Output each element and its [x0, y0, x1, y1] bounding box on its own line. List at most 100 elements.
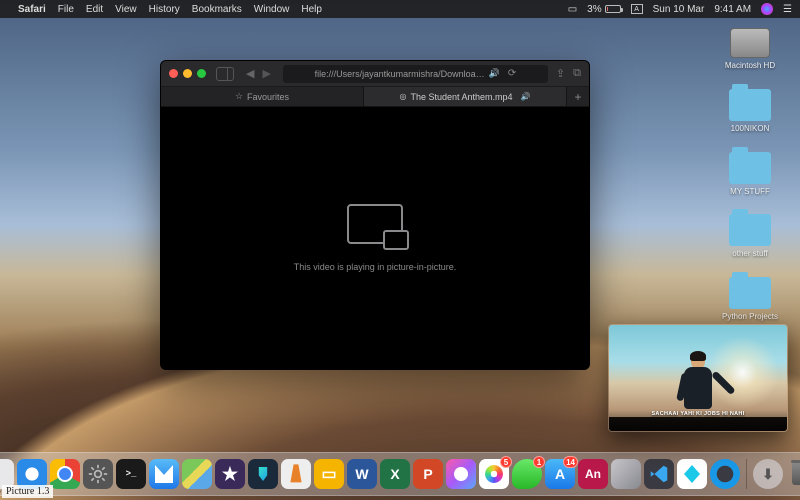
- menu-file[interactable]: File: [58, 4, 74, 15]
- dock-app-photos[interactable]: 5: [479, 459, 509, 489]
- dock-downloads-stack[interactable]: ⬇: [753, 459, 783, 489]
- app-badge: 5: [500, 456, 512, 468]
- dock-app-imovie[interactable]: ★: [215, 459, 245, 489]
- folder-icon: [729, 214, 771, 246]
- desktop-icons: Macintosh HD 100NIKON MY STUFF other stu…: [710, 28, 790, 322]
- app-glyph: X: [390, 466, 399, 482]
- forward-button[interactable]: ▶: [262, 67, 270, 80]
- dock-app-vlc[interactable]: [281, 459, 311, 489]
- dock-app-word[interactable]: W: [347, 459, 377, 489]
- siri-icon[interactable]: [761, 3, 773, 15]
- folder-icon: [729, 89, 771, 121]
- menubar: Safari File Edit View History Bookmarks …: [0, 0, 800, 18]
- trash-icon: [792, 463, 800, 485]
- download-icon: ⬇: [762, 466, 774, 483]
- dock-app-filmora[interactable]: [248, 459, 278, 489]
- menu-window[interactable]: Window: [254, 4, 290, 15]
- video-content-area[interactable]: This video is playing in picture-in-pict…: [161, 107, 589, 369]
- dock-app-powerpoint[interactable]: P: [413, 459, 443, 489]
- pip-video-person: [679, 353, 717, 417]
- pip-message: This video is playing in picture-in-pict…: [294, 262, 457, 272]
- dock-separator: [746, 459, 747, 489]
- menu-edit[interactable]: Edit: [86, 4, 103, 15]
- battery-icon: [605, 5, 621, 13]
- pip-window[interactable]: SACHAAI YAHI KI JOBS HI NAHI: [608, 324, 788, 432]
- minimize-button[interactable]: [183, 69, 192, 78]
- tab-label: The Student Anthem.mp4: [410, 92, 512, 102]
- traffic-lights: [169, 69, 206, 78]
- app-glyph: A: [555, 466, 565, 482]
- new-tab-button[interactable]: +: [567, 87, 589, 106]
- figure-caption: Picture 1.3: [2, 485, 53, 498]
- dock-app-terminal[interactable]: >_: [116, 459, 146, 489]
- app-glyph: W: [355, 466, 368, 482]
- input-source-icon[interactable]: A: [631, 4, 643, 14]
- menu-history[interactable]: History: [149, 4, 180, 15]
- doc-icon: ◎: [399, 92, 406, 101]
- dock-app-messages[interactable]: 1: [512, 459, 542, 489]
- dock-app-adobe-animate[interactable]: An: [578, 459, 608, 489]
- menu-view[interactable]: View: [115, 4, 137, 15]
- tabs-button[interactable]: ⧉: [573, 67, 581, 80]
- pip-placeholder-icon: [347, 204, 403, 244]
- audio-icon[interactable]: 🔊: [489, 68, 500, 79]
- star-icon: ☆: [235, 91, 243, 102]
- tab-label: Favourites: [247, 92, 289, 102]
- tab-video[interactable]: ◎ The Student Anthem.mp4 🔊: [364, 87, 567, 106]
- desktop-folder[interactable]: Python Projects: [710, 277, 790, 322]
- pip-letterbox-bar: [609, 417, 787, 431]
- dock-app-excel[interactable]: X: [380, 459, 410, 489]
- menubar-date[interactable]: Sun 10 Mar: [653, 4, 705, 15]
- app-badge: 1: [533, 456, 545, 468]
- dock-app-settings[interactable]: [83, 459, 113, 489]
- address-bar[interactable]: file:///Users/jayantkumarmishra/Downloa……: [283, 65, 548, 83]
- dock: >_ ★ ▭ W X P 5 1 A14 An ⬇: [0, 452, 800, 496]
- reload-button[interactable]: ⟳: [508, 68, 516, 79]
- app-glyph: An: [585, 467, 601, 481]
- folder-icon: [729, 277, 771, 309]
- dock-app-mail[interactable]: [149, 459, 179, 489]
- desktop-icon-hd[interactable]: Macintosh HD: [710, 28, 790, 71]
- desktop-icon-label: Macintosh HD: [725, 62, 775, 71]
- notification-center-icon[interactable]: ☰: [783, 4, 792, 15]
- menu-bookmarks[interactable]: Bookmarks: [192, 4, 242, 15]
- dock-app-kite[interactable]: [677, 459, 707, 489]
- dock-app-vscode[interactable]: [644, 459, 674, 489]
- harddrive-icon: [730, 28, 770, 58]
- share-button[interactable]: ⇪: [556, 67, 565, 80]
- dock-app-chrome[interactable]: [50, 459, 80, 489]
- menu-help[interactable]: Help: [301, 4, 322, 15]
- desktop-folder[interactable]: 100NIKON: [710, 89, 790, 134]
- desktop-icon-label: Python Projects: [722, 313, 778, 322]
- dock-app-itunes[interactable]: [446, 459, 476, 489]
- dock-app-quicktime[interactable]: [710, 459, 740, 489]
- dock-app-slides[interactable]: ▭: [314, 459, 344, 489]
- dock-trash[interactable]: [786, 459, 800, 489]
- tab-favourites[interactable]: ☆ Favourites: [161, 87, 364, 106]
- dock-app-maps[interactable]: [182, 459, 212, 489]
- safari-toolbar: ◀ ▶ file:///Users/jayantkumarmishra/Down…: [161, 61, 589, 87]
- battery-pct: 3%: [587, 4, 601, 15]
- safari-window: ◀ ▶ file:///Users/jayantkumarmishra/Down…: [160, 60, 590, 370]
- zoom-button[interactable]: [197, 69, 206, 78]
- desktop-icon-label: MY STUFF: [730, 188, 770, 197]
- dock-app-appstore[interactable]: A14: [545, 459, 575, 489]
- safari-tabbar: ☆ Favourites ◎ The Student Anthem.mp4 🔊 …: [161, 87, 589, 107]
- pip-video-frame: SACHAAI YAHI KI JOBS HI NAHI: [609, 325, 787, 431]
- desktop-icon-label: 100NIKON: [731, 125, 770, 134]
- close-button[interactable]: [169, 69, 178, 78]
- tab-audio-icon[interactable]: 🔊: [521, 92, 531, 101]
- airplay-icon[interactable]: ▭: [568, 4, 577, 15]
- address-text: file:///Users/jayantkumarmishra/Downloa…: [315, 69, 485, 79]
- menubar-time[interactable]: 9:41 AM: [714, 4, 751, 15]
- desktop-folder[interactable]: other stuff: [710, 214, 790, 259]
- app-badge: 14: [563, 456, 578, 468]
- back-button[interactable]: ◀: [246, 67, 254, 80]
- desktop-icon-label: other stuff: [732, 250, 767, 259]
- battery-indicator[interactable]: 3%: [587, 4, 620, 15]
- sidebar-toggle-button[interactable]: [216, 67, 234, 81]
- dock-app-cube[interactable]: [611, 459, 641, 489]
- menubar-app-name[interactable]: Safari: [18, 4, 46, 15]
- folder-icon: [729, 152, 771, 184]
- desktop-folder[interactable]: MY STUFF: [710, 152, 790, 197]
